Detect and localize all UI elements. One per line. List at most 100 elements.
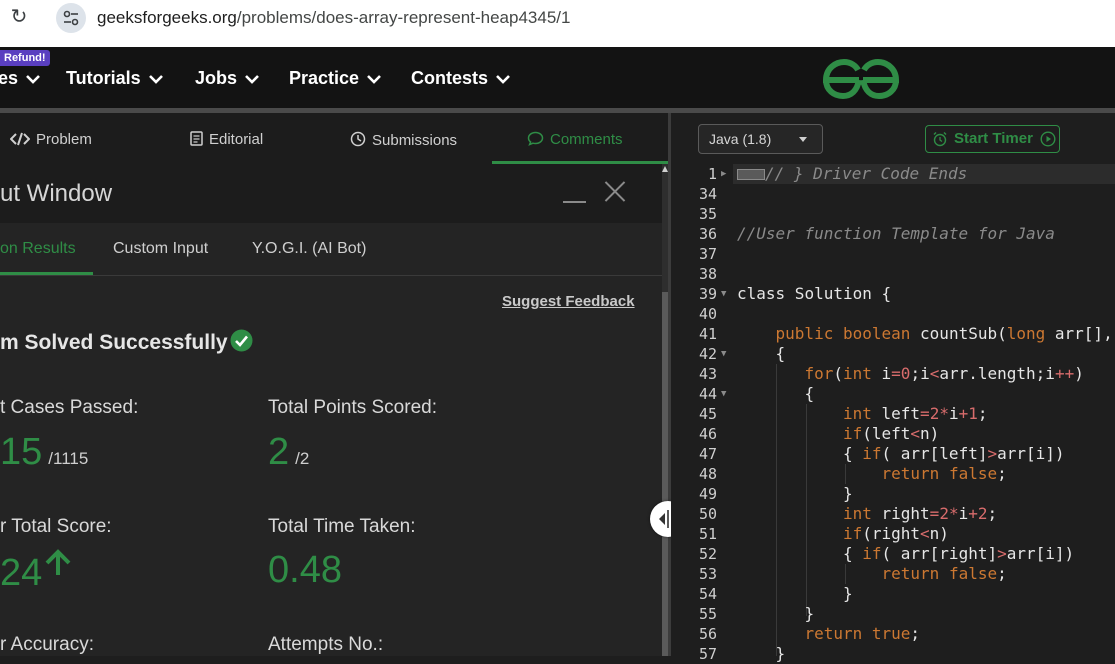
- gfg-logo[interactable]: [822, 58, 900, 100]
- line-number: 37: [698, 245, 717, 263]
- code-text: i: [958, 504, 969, 523]
- code-text: ): [1074, 364, 1084, 383]
- subtab-divider: [0, 275, 662, 276]
- close-icon[interactable]: [603, 180, 627, 204]
- alarm-icon: [933, 132, 947, 147]
- line-number: 51: [698, 525, 717, 543]
- tab-label: Comments: [550, 131, 623, 148]
- code-keyword: boolean: [842, 324, 911, 343]
- fold-arrow-icon[interactable]: ▼: [721, 284, 726, 304]
- line-number: 38: [698, 265, 717, 283]
- fold-arrow-icon[interactable]: ▼: [721, 344, 726, 364]
- line-number: 35: [698, 205, 717, 223]
- line-number: 45: [698, 405, 717, 423]
- fold-arrow-icon[interactable]: ▶: [721, 164, 726, 184]
- code-text: {: [842, 544, 863, 563]
- total-score: 24: [0, 552, 43, 594]
- code-operator: <: [910, 424, 921, 443]
- code-text: {: [842, 444, 863, 463]
- tune-icon: [63, 10, 79, 26]
- tab-comments[interactable]: Comments: [527, 131, 623, 148]
- chevron-down-icon: [148, 75, 163, 85]
- time-taken-label: Total Time Taken:: [268, 516, 416, 537]
- code-keyword: class: [737, 284, 786, 303]
- url-host: geeksforgeeks.org: [97, 8, 237, 27]
- code-text: ;: [977, 404, 988, 423]
- code-line: {: [737, 344, 786, 364]
- points-scored: 2: [268, 431, 290, 473]
- chevron-down-icon: [26, 75, 40, 85]
- chevron-down-icon: [245, 75, 259, 85]
- code-operator: ++: [1054, 364, 1075, 383]
- folded-code-marker[interactable]: [737, 169, 765, 180]
- nav-item-tutorials[interactable]: Tutorials: [66, 68, 163, 89]
- code-keyword: long: [1006, 324, 1046, 343]
- nav-item-practice[interactable]: Practice: [289, 68, 381, 89]
- tab-submissions[interactable]: Submissions: [350, 131, 457, 149]
- code-text: ;: [910, 624, 921, 643]
- code-operator: +: [958, 404, 969, 423]
- minimize-button[interactable]: [563, 178, 587, 203]
- caret-down-icon: [799, 137, 807, 142]
- output-window-title: ut Window: [0, 180, 113, 207]
- code-line: public boolean countSub(long arr[],: [737, 324, 1113, 344]
- code-line: int left=2*i+1;: [737, 404, 988, 424]
- line-number: 57: [698, 645, 717, 663]
- clock-icon: [350, 131, 366, 147]
- line-number: 55: [698, 605, 717, 623]
- line-number: 53: [698, 565, 717, 583]
- fold-arrow-icon[interactable]: ▼: [721, 384, 726, 404]
- code-operator: +: [968, 504, 978, 523]
- check-circle-icon: [230, 329, 253, 352]
- code-text: countSub(: [910, 324, 1007, 343]
- code-text: }: [842, 484, 853, 503]
- nav-item-courses[interactable]: es: [0, 68, 40, 89]
- code-keyword: int: [842, 364, 872, 383]
- code-operator: =: [920, 404, 930, 423]
- tab-editorial[interactable]: Editorial: [190, 131, 263, 148]
- tab-problem[interactable]: Problem: [9, 131, 92, 148]
- code-line: {: [737, 384, 814, 404]
- site-info-button[interactable]: [56, 3, 86, 33]
- code-line: return false;: [737, 464, 1007, 484]
- solved-message: m Solved Successfully: [0, 329, 253, 355]
- line-number: 42: [698, 345, 717, 363]
- code-line: { if( arr[right]>arr[i]): [737, 544, 1074, 564]
- line-number: 50: [698, 505, 717, 523]
- code-text: n): [920, 424, 940, 443]
- nav-label: Tutorials: [66, 68, 141, 88]
- refund-badge: Refund!: [0, 50, 50, 66]
- line-number: 47: [698, 445, 717, 463]
- code-keyword: if: [862, 544, 882, 563]
- code-text: (: [833, 364, 843, 383]
- code-text: arr[i]): [997, 444, 1065, 463]
- code-line: // } Driver Code Ends: [737, 164, 967, 184]
- code-operator: *: [948, 504, 959, 523]
- reload-icon[interactable]: ↻: [8, 6, 30, 28]
- code-keyword: if: [862, 444, 882, 463]
- nav-label: Practice: [289, 68, 360, 88]
- code-text: }: [775, 644, 786, 663]
- url-text[interactable]: geeksforgeeks.org/problems/does-array-re…: [97, 8, 570, 28]
- code-comment: // } Driver Code Ends: [765, 164, 968, 183]
- subtab-compilation-results[interactable]: on Results: [0, 240, 76, 258]
- nav-item-jobs[interactable]: Jobs: [195, 68, 259, 89]
- nav-label: Jobs: [195, 68, 238, 88]
- test-cases-passed: 15: [0, 431, 43, 473]
- start-timer-button[interactable]: Start Timer: [925, 125, 1060, 153]
- suggest-feedback-link[interactable]: Suggest Feedback: [502, 293, 635, 310]
- nav-item-contests[interactable]: Contests: [411, 68, 510, 89]
- code-text: }: [804, 604, 815, 623]
- code-text: ;: [997, 564, 1007, 583]
- subtab-yogi-ai-bot[interactable]: Y.O.G.I. (AI Bot): [252, 240, 366, 258]
- subtab-custom-input[interactable]: Custom Input: [113, 240, 208, 258]
- code-text: ;i: [910, 364, 930, 383]
- code-number: 0: [900, 364, 911, 383]
- accuracy-label: r Accuracy:: [0, 634, 94, 655]
- code-line: return true;: [737, 624, 920, 644]
- code-text: arr[i]): [1006, 544, 1075, 563]
- line-number: 41: [698, 325, 717, 343]
- arrow-up-icon: [45, 549, 71, 575]
- code-line: if(left<n): [737, 424, 939, 444]
- code-operator: <: [920, 524, 930, 543]
